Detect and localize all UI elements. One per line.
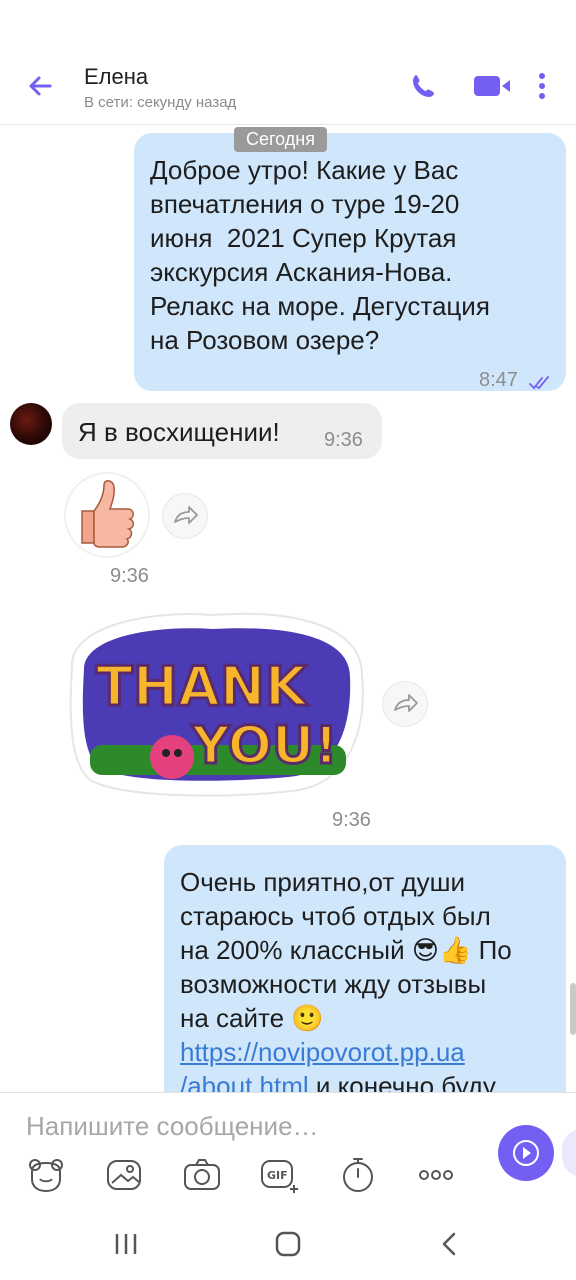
message-text: Доброе утро! Какие у Вас впечатления о т… bbox=[150, 153, 490, 357]
voice-send-button[interactable] bbox=[498, 1125, 554, 1181]
outgoing-message[interactable]: Доброе утро! Какие у Вас впечатления о т… bbox=[134, 133, 566, 391]
sticker-text: THANK bbox=[96, 655, 309, 718]
message-line-text: на 200% классный bbox=[180, 935, 405, 965]
phone-icon[interactable] bbox=[408, 70, 440, 102]
forward-icon[interactable] bbox=[382, 681, 428, 727]
thumbs-up-emoji-icon: 👍 bbox=[438, 935, 472, 965]
camera-icon[interactable] bbox=[182, 1155, 222, 1195]
message-line: возможности жду отзывы bbox=[180, 969, 487, 999]
home-icon[interactable] bbox=[268, 1224, 308, 1264]
chat-header: Елена В сети: секунду назад bbox=[0, 48, 576, 125]
back-arrow-icon[interactable] bbox=[24, 70, 56, 102]
message-line: на сайте 🙂 bbox=[180, 1001, 560, 1035]
message-line: впечатления о туре 19-20 bbox=[150, 189, 460, 219]
video-call-icon[interactable] bbox=[472, 70, 512, 102]
contact-name[interactable]: Елена bbox=[84, 64, 148, 90]
message-line: Доброе утро! Какие у Вас bbox=[150, 155, 459, 185]
double-check-icon bbox=[528, 365, 552, 399]
message-line: июня 2021 Супер Крутая bbox=[150, 223, 457, 253]
message-line: экскурсия Аскания-Нова. bbox=[150, 257, 453, 287]
message-line-text: и конечно буду bbox=[308, 1071, 496, 1092]
sticker-text: YOU! bbox=[191, 716, 338, 776]
message-line-text: По bbox=[478, 935, 512, 965]
forward-icon[interactable] bbox=[162, 493, 208, 539]
side-button[interactable] bbox=[562, 1129, 576, 1177]
recent-apps-icon[interactable] bbox=[106, 1224, 146, 1264]
gallery-icon[interactable] bbox=[104, 1155, 144, 1195]
message-time: 9:36 bbox=[324, 429, 363, 451]
message-link[interactable]: https://novipovorot.pp.ua bbox=[180, 1037, 465, 1067]
smile-emoji-icon: 🙂 bbox=[291, 1003, 324, 1033]
message-line: на Розовом озере? bbox=[150, 325, 380, 355]
scrollbar[interactable] bbox=[570, 983, 576, 1035]
back-icon[interactable] bbox=[430, 1224, 470, 1264]
sticker-time: 9:36 bbox=[332, 809, 371, 831]
message-line: на 200% классный 😎👍 По bbox=[180, 933, 560, 967]
incoming-message[interactable]: Я в восхищении! 9:36 bbox=[62, 403, 382, 459]
avatar[interactable] bbox=[10, 403, 52, 445]
sticker-time: 9:36 bbox=[110, 565, 149, 587]
outgoing-message[interactable]: Очень приятно,от души стараюсь чтоб отды… bbox=[164, 845, 566, 1092]
contact-status: В сети: секунду назад bbox=[84, 94, 237, 111]
message-line-text: на сайте bbox=[180, 1003, 285, 1033]
sunglasses-emoji-icon: 😎 bbox=[411, 935, 439, 965]
message-link[interactable]: /about.html bbox=[180, 1071, 309, 1092]
message-line: Релакс на море. Дегустация bbox=[150, 291, 490, 321]
more-vertical-icon[interactable] bbox=[532, 70, 552, 102]
thumbs-up-sticker[interactable] bbox=[62, 467, 152, 559]
more-horizontal-icon[interactable] bbox=[416, 1155, 456, 1195]
message-composer: Напишите сообщение… GIF bbox=[0, 1092, 576, 1203]
message-line: Очень приятно,от души bbox=[180, 867, 466, 897]
system-navigation-bar bbox=[0, 1202, 576, 1280]
gif-icon[interactable]: GIF bbox=[260, 1155, 300, 1195]
thank-you-sticker[interactable]: THANK YOU! bbox=[62, 605, 368, 797]
date-separator: Сегодня bbox=[234, 127, 327, 152]
message-line: стараюсь чтоб отдых был bbox=[180, 901, 491, 931]
message-time: 8:47 bbox=[479, 369, 518, 391]
message-input[interactable]: Напишите сообщение… bbox=[26, 1111, 319, 1142]
message-text: Очень приятно,от души стараюсь чтоб отды… bbox=[180, 865, 560, 1092]
message-text: Я в восхищении! bbox=[78, 417, 280, 447]
message-list[interactable]: Сегодня Доброе утро! Какие у Вас впечатл… bbox=[0, 125, 576, 1092]
timer-icon[interactable] bbox=[338, 1155, 378, 1195]
sticker-icon[interactable] bbox=[26, 1155, 66, 1195]
gif-label: GIF bbox=[267, 1169, 288, 1182]
